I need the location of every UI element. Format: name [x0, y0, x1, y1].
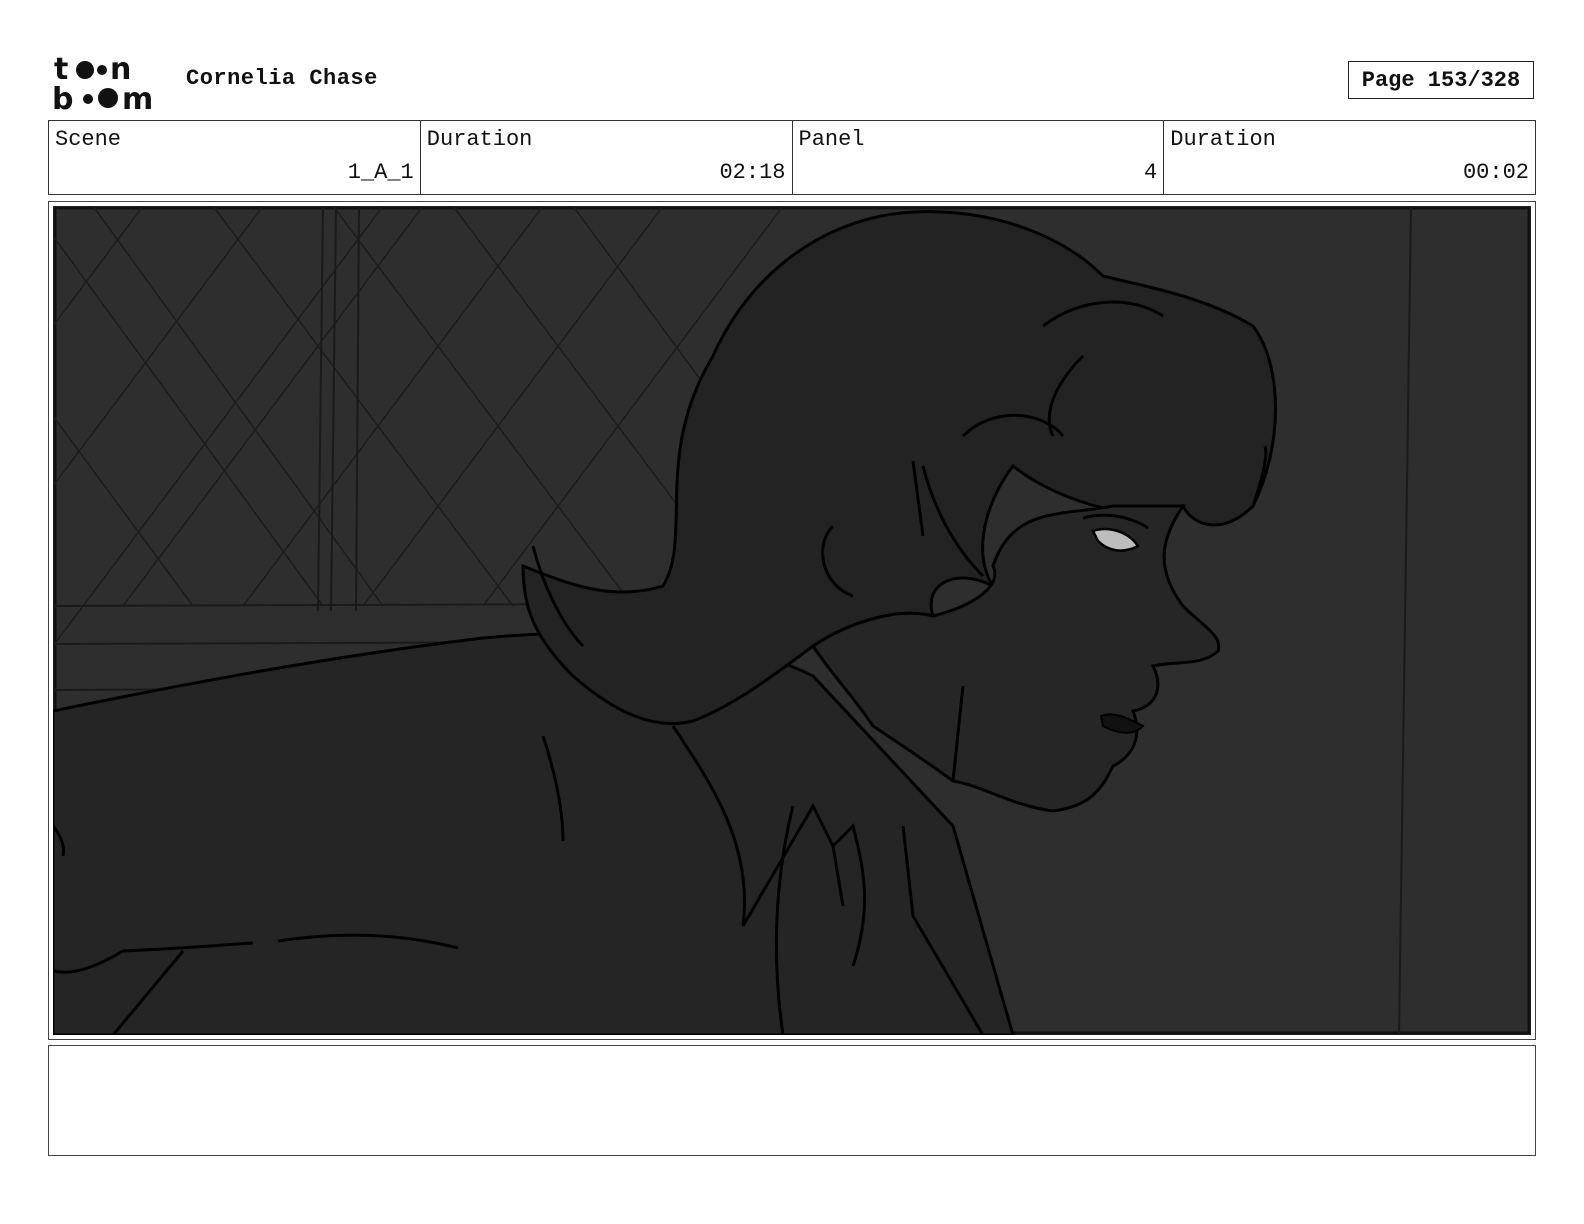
scene-duration-value: 02:18: [719, 160, 786, 185]
panel-duration-value: 00:02: [1462, 160, 1529, 185]
storyboard-panel-image: [53, 206, 1531, 1035]
scene-cell: Scene 1_A_1: [49, 121, 421, 194]
panel-label: Panel: [798, 127, 865, 152]
toonboom-logo: t n b m: [52, 52, 164, 117]
svg-text:b: b: [52, 82, 73, 112]
page-indicator: Page 153/328: [1348, 61, 1534, 99]
panel-duration-cell: Duration 00:02: [1164, 121, 1535, 194]
storyboard-panel-frame: [48, 201, 1536, 1040]
panel-cell: Panel 4: [793, 121, 1165, 194]
scene-duration-cell: Duration 02:18: [421, 121, 793, 194]
panel-notes-box: [48, 1045, 1536, 1156]
scene-value: 1_A_1: [347, 160, 414, 185]
panel-duration-label: Duration: [1170, 127, 1276, 152]
project-title: Cornelia Chase: [186, 66, 378, 91]
scene-label: Scene: [55, 127, 122, 152]
scene-duration-label: Duration: [426, 127, 533, 152]
panel-value: 4: [1144, 160, 1158, 185]
scene-info-row: Scene 1_A_1 Duration 02:18 Panel 4 Durat…: [48, 120, 1536, 195]
svg-text:m: m: [122, 82, 153, 112]
